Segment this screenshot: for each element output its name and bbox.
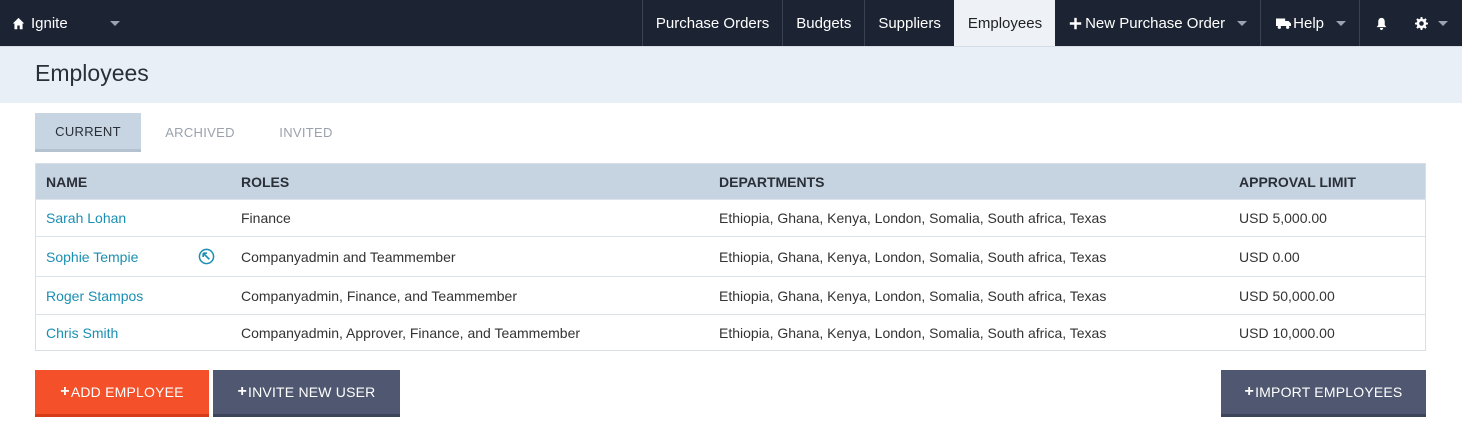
help-menu[interactable]: Help xyxy=(1260,0,1359,46)
employee-approval-limit: USD 10,000.00 xyxy=(1239,324,1335,341)
brand-name: Ignite xyxy=(31,14,68,32)
settings-menu[interactable] xyxy=(1402,0,1462,46)
employee-roles: Finance xyxy=(241,210,291,226)
tab-current[interactable]: CURRENT xyxy=(35,113,141,152)
plus-icon: + xyxy=(237,383,248,400)
table-header: NAME ROLES DEPARTMENTS APPROVAL LIMIT xyxy=(36,164,1425,199)
employee-approval-limit: USD 5,000.00 xyxy=(1239,210,1327,226)
nav-budgets[interactable]: Budgets xyxy=(782,0,864,46)
table-row: Roger Stampos Companyadmin, Finance, and… xyxy=(36,276,1425,314)
notifications-button[interactable] xyxy=(1359,0,1402,46)
company-admin-icon xyxy=(198,248,215,265)
employee-departments: Ethiopia, Ghana, Kenya, London, Somalia,… xyxy=(719,324,1107,341)
add-employee-label: ADD EMPLOYEE xyxy=(70,384,184,400)
employee-roles: Companyadmin and Teammember xyxy=(241,248,456,265)
employee-name-link[interactable]: Chris Smith xyxy=(46,325,118,341)
header-name[interactable]: NAME xyxy=(46,174,87,190)
new-purchase-order-button[interactable]: New Purchase Order xyxy=(1055,0,1260,46)
chevron-down-icon xyxy=(110,20,120,26)
tab-archived[interactable]: ARCHIVED xyxy=(141,113,259,152)
chevron-down-icon xyxy=(1438,20,1448,26)
employee-approval-limit: USD 0.00 xyxy=(1239,248,1300,265)
table-row: Chris Smith Companyadmin, Approver, Fina… xyxy=(36,314,1425,350)
truck-icon xyxy=(1275,16,1291,30)
tab-invited[interactable]: INVITED xyxy=(259,113,353,152)
import-employees-label: IMPORT EMPLOYEES xyxy=(1255,384,1403,400)
top-navbar: Ignite Purchase Orders Budgets Suppliers… xyxy=(0,0,1462,46)
plus-icon: + xyxy=(1244,383,1255,400)
new-purchase-order-label: New Purchase Order xyxy=(1085,14,1226,32)
invite-new-user-button[interactable]: + INVITE NEW USER xyxy=(213,370,400,417)
page-title: Employees xyxy=(35,60,149,86)
chevron-down-icon xyxy=(1336,20,1346,26)
chevron-down-icon xyxy=(1237,20,1248,26)
employee-roles: Companyadmin, Approver, Finance, and Tea… xyxy=(241,324,581,341)
employee-departments: Ethiopia, Ghana, Kenya, London, Somalia,… xyxy=(719,287,1107,304)
plus-icon xyxy=(1068,16,1082,30)
import-employees-button[interactable]: + IMPORT EMPLOYEES xyxy=(1221,370,1426,417)
table-row: Sophie Tempie Companyadmin and Teammembe… xyxy=(36,236,1425,276)
page-header: Employees xyxy=(0,46,1462,103)
employee-name-link[interactable]: Roger Stampos xyxy=(46,288,143,304)
add-employee-button[interactable]: + ADD EMPLOYEE xyxy=(35,370,209,417)
bell-icon xyxy=(1374,16,1388,30)
employee-tabs: CURRENT ARCHIVED INVITED xyxy=(35,113,353,152)
employee-departments: Ethiopia, Ghana, Kenya, London, Somalia,… xyxy=(719,248,1107,265)
home-icon xyxy=(11,16,25,30)
gear-icon xyxy=(1414,16,1428,30)
table-row: Sarah Lohan Finance Ethiopia, Ghana, Ken… xyxy=(36,199,1425,236)
invite-new-user-label: INVITE NEW USER xyxy=(248,384,376,400)
plus-icon: + xyxy=(60,383,70,400)
nav-suppliers[interactable]: Suppliers xyxy=(864,0,954,46)
nav-purchase-orders[interactable]: Purchase Orders xyxy=(641,0,782,46)
nav-employees[interactable]: Employees xyxy=(953,0,1056,46)
employee-name-link[interactable]: Sophie Tempie xyxy=(46,249,138,265)
employee-roles: Companyadmin, Finance, and Teammember xyxy=(241,287,517,304)
employees-table: NAME ROLES DEPARTMENTS APPROVAL LIMIT Sa… xyxy=(35,163,1426,351)
brand-menu[interactable]: Ignite xyxy=(0,0,130,46)
employee-departments: Ethiopia, Ghana, Kenya, London, Somalia,… xyxy=(719,210,1107,226)
help-label: Help xyxy=(1293,14,1324,32)
employee-approval-limit: USD 50,000.00 xyxy=(1239,287,1335,304)
header-departments[interactable]: DEPARTMENTS xyxy=(719,174,825,190)
header-approval-limit[interactable]: APPROVAL LIMIT xyxy=(1239,174,1356,190)
employee-name-link[interactable]: Sarah Lohan xyxy=(46,210,126,226)
header-roles[interactable]: ROLES xyxy=(241,174,289,190)
